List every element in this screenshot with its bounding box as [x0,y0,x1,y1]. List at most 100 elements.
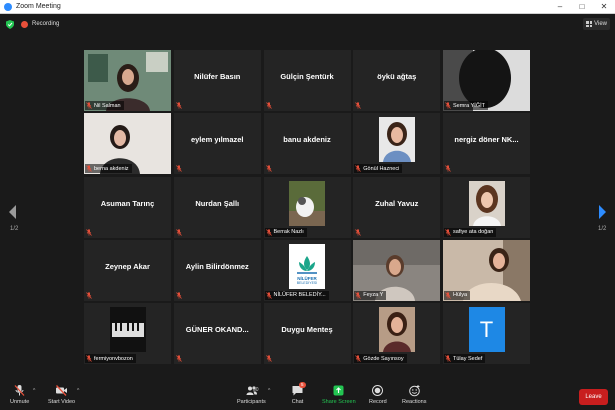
microphone-muted-icon [265,292,272,299]
start-video-button[interactable]: Start Video [48,384,75,405]
participant-tile[interactable]: Aylin Bilirdönmez [173,239,261,301]
microphone-muted-icon [86,355,92,362]
participant-name-label: Feyza Y [354,290,387,300]
participant-tile[interactable]: Gözde Sayınsoy [353,303,441,364]
previous-page-icon[interactable] [8,205,18,219]
participant-mute-indicator [265,101,277,110]
participant-display-name: öykü ağtaş [377,72,417,81]
microphone-muted-icon [86,102,92,109]
reactions-smiley-icon [408,385,420,397]
chat-unread-badge: 5 [299,382,306,388]
participant-name-label: NİLÜFER BELEDİY... [264,290,329,300]
participants-count: 50 [253,387,259,393]
participant-tile[interactable]: Nurdan Şallı [173,176,261,238]
participant-mute-indicator [175,228,187,237]
participants-button[interactable]: 50 Participants [237,384,266,405]
participant-tile[interactable]: Duygu Menteş [263,303,351,364]
zoom-app-icon [4,2,12,11]
participant-tile[interactable]: Hülya [443,239,530,301]
unmute-button[interactable]: Unmute [10,384,29,405]
participant-tile[interactable]: GÜNER OKAND... [173,303,261,364]
participant-tile[interactable]: T Tülay Sedef [443,303,530,364]
participant-tile[interactable]: eylem yılmazel [173,113,261,175]
participant-name-label: Semra YİĞİT [444,101,488,110]
reactions-label: Reactions [402,399,427,405]
share-screen-button[interactable]: Share Screen [322,384,356,405]
microphone-muted-icon [265,165,272,172]
participants-caret-icon[interactable]: ^ [268,388,270,394]
page-indicator-left: 1/2 [10,226,19,232]
participant-name: Hülya [453,292,468,299]
chat-button[interactable]: 5 Chat [291,382,306,405]
participant-tile[interactable]: Feyza Y [353,239,441,301]
participant-tile[interactable]: nergiz döner NK... [443,113,530,175]
shield-icon[interactable] [6,19,14,29]
participant-tile[interactable]: Asuman Tarınç [84,176,171,238]
participant-mute-indicator [175,354,187,363]
participant-mute-indicator [85,228,97,237]
participant-tile[interactable]: Zuhal Yavuz [353,176,441,238]
participant-tile[interactable]: banu akdeniz [263,113,351,175]
window-controls: – □ ✕ [549,0,615,14]
participant-profile-photo [289,180,325,226]
reactions-button[interactable]: Reactions [402,384,426,405]
close-button[interactable]: ✕ [593,0,615,14]
record-button[interactable]: Record [369,384,387,405]
participant-name-label: Tülay Sedef [444,354,486,363]
participant-tile[interactable]: Semra YİĞİT [443,50,530,111]
participant-tile[interactable]: Nil Salman [84,50,171,111]
microphone-muted-icon [355,292,362,299]
participant-profile-photo [468,180,505,226]
microphone-muted-icon [445,102,451,109]
share-screen-label: Share Screen [322,399,356,405]
microphone-muted-icon [175,292,182,299]
participant-name: fermiyonvbozon [94,355,133,362]
participant-name-label: Gözde Sayınsoy [354,354,407,363]
participant-mute-indicator [354,228,366,237]
participant-name: Nil Salman [94,102,121,109]
view-label: View [594,21,607,27]
participant-name-label: Hülya [444,290,471,300]
microphone-muted-icon [175,165,182,172]
participant-tile[interactable]: Gülçin Şentürk [263,50,351,111]
microphone-muted-icon [265,102,272,109]
participant-name: berna akdeniz [94,165,129,172]
participant-display-name: Nilüfer Basın [194,72,241,81]
participant-mute-indicator [175,291,187,300]
start-video-label: Start Video [48,399,76,405]
unmute-label: Unmute [10,399,30,405]
participant-name: Berrak Nazlı [273,229,304,235]
participant-tile[interactable]: Zeynep Akar [84,239,171,301]
leave-button[interactable]: Leave [579,389,608,405]
participant-tile[interactable]: öykü ağtaş [353,50,441,111]
microphone-muted-icon [445,165,451,172]
participant-display-name: Nurdan Şallı [195,198,240,208]
next-page-icon[interactable] [597,205,607,219]
participant-tile[interactable]: Berrak Nazlı [263,176,351,238]
participant-name-label: Berrak Nazlı [264,227,307,237]
view-button[interactable]: View [583,18,610,30]
participant-display-name: Aylin Bilirdönmez [185,261,249,271]
participant-tile[interactable]: NİLÜFER BELEDİYESİ NİLÜFER BELEDİY... [263,239,351,301]
participant-display-name: eylem yılmazel [190,135,244,145]
participant-tile[interactable]: safiye ata doğan [443,176,530,238]
meeting-topbar: Recording View [0,14,615,34]
participant-tile[interactable]: berna akdeniz [84,113,171,175]
maximize-button[interactable]: □ [571,0,593,14]
participant-mute-indicator [444,164,456,173]
microphone-muted-icon [265,355,272,362]
minimize-button[interactable]: – [549,0,571,14]
participant-name: Gözde Sayınsoy [363,355,404,362]
participant-name: Semra YİĞİT [453,102,485,109]
microphone-muted-icon [355,165,362,172]
participant-mute-indicator [265,164,277,173]
participant-tile[interactable]: fermiyonvbozon [84,303,171,364]
microphone-muted-icon [445,355,451,362]
participant-mute-indicator [265,354,277,363]
audio-options-caret-icon[interactable]: ^ [33,388,35,394]
participant-name-label: Gönül Hazneci [354,164,403,174]
participant-tile[interactable]: Nilüfer Basın [173,50,261,111]
video-options-caret-icon[interactable]: ^ [77,388,79,394]
participant-tile[interactable]: Gönül Hazneci [353,113,441,175]
participant-mute-indicator [85,291,97,300]
